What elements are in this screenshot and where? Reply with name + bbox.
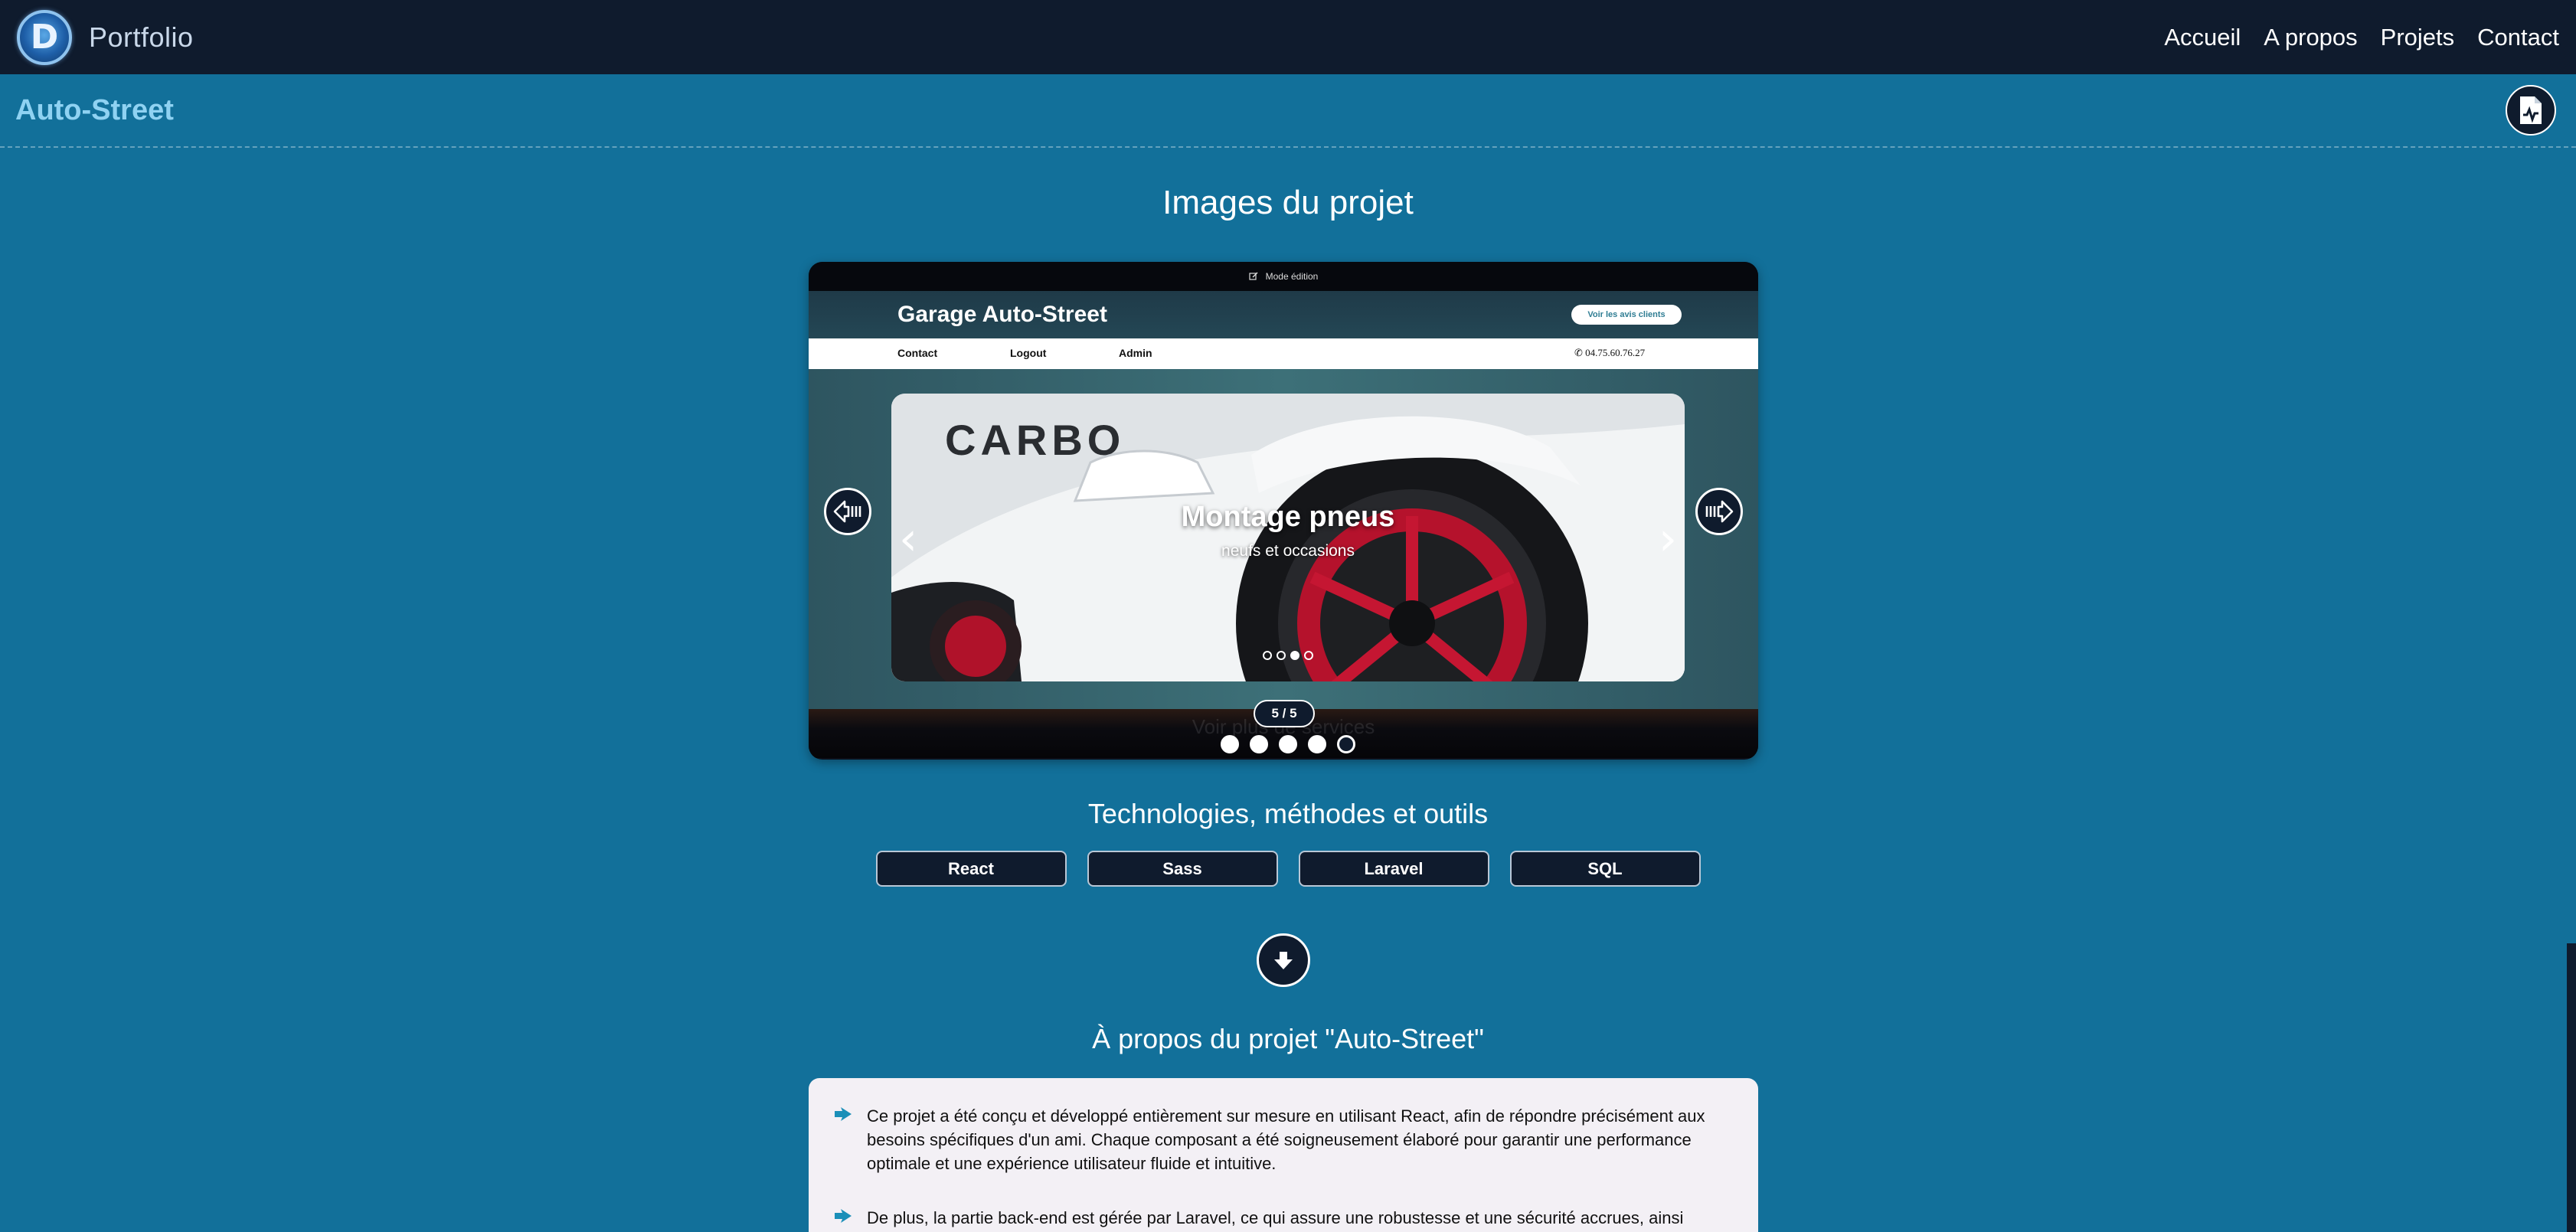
about-card: Ce projet a été conçu et développé entiè… — [809, 1078, 1758, 1232]
mock-phone-number: 04.75.60.76.27 — [1585, 347, 1646, 358]
about-title: À propos du projet "Auto-Street" — [1092, 1023, 1484, 1054]
gallery-dot-3[interactable] — [1279, 735, 1297, 753]
gallery-dots — [0, 735, 2576, 753]
mock-phone: ✆ 04.75.60.76.27 — [1574, 347, 1645, 359]
about-paragraph-2: De plus, la partie back-end est gérée pa… — [867, 1208, 1684, 1227]
tech-sql[interactable]: SQL — [1509, 851, 1701, 887]
mock-carousel: CARBO ‹ › Montage pneus neufs et occasio… — [809, 369, 1758, 710]
scroll-down-button[interactable] — [1257, 933, 1310, 987]
slide-dot — [1263, 651, 1272, 660]
file-chart-icon — [2520, 96, 2542, 124]
phone-icon: ✆ — [1574, 347, 1586, 358]
arrow-down-icon — [1274, 952, 1293, 969]
mock-menu-logout: Logout — [1010, 347, 1047, 359]
gallery-dot-4[interactable] — [1308, 735, 1326, 753]
gallery-dot-2[interactable] — [1250, 735, 1268, 753]
slide-title: Montage pneus — [1181, 501, 1395, 533]
mock-site-title: Garage Auto-Street — [897, 302, 1107, 327]
nav-link-projets[interactable]: Projets — [2381, 24, 2454, 51]
mock-menu-admin: Admin — [1119, 347, 1152, 359]
edit-icon — [1249, 272, 1258, 280]
logo-letter: D — [30, 18, 59, 57]
mock-menu-bar: Contact Logout Admin ✆ 04.75.60.76.27 — [809, 338, 1758, 369]
top-navbar: D Portfolio Accueil A propos Projets Con… — [0, 0, 2576, 74]
document-button[interactable] — [2506, 85, 2556, 136]
about-paragraph-1: Ce projet a été conçu et développé entiè… — [867, 1106, 1705, 1173]
gallery-prev-button[interactable] — [824, 488, 871, 535]
car-illustration: CARBO — [891, 394, 1685, 681]
mock-topbar-label: Mode édition — [1265, 271, 1319, 282]
tech-title: Technologies, méthodes et outils — [1087, 798, 1489, 829]
mock-topbar: Mode édition — [809, 262, 1758, 291]
gallery-dot-1[interactable] — [1221, 735, 1239, 753]
gallery-next-button[interactable] — [1695, 488, 1743, 535]
tech-list: React Sass Laravel SQL — [0, 851, 2576, 887]
page-header: Auto-Street — [0, 74, 2576, 148]
nav-link-contact[interactable]: Contact — [2477, 24, 2559, 51]
nav-link-a-propos[interactable]: A propos — [2264, 24, 2357, 51]
slide-dot-active — [1290, 651, 1299, 660]
slide-subtitle: neufs et occasions — [1221, 542, 1355, 560]
tech-sass[interactable]: Sass — [1087, 851, 1278, 887]
hand-pointer-icon — [833, 1206, 855, 1227]
about-item: Ce projet a été conçu et développé entiè… — [833, 1104, 1728, 1175]
slide-indicators — [891, 651, 1685, 660]
brand-name[interactable]: Portfolio — [89, 21, 194, 54]
nav-links: Accueil A propos Projets Contact — [2164, 24, 2559, 51]
nav-link-accueil[interactable]: Accueil — [2164, 24, 2241, 51]
car-wall-text: CARBO — [945, 416, 1125, 464]
gallery-title: Images du projet — [1162, 184, 1414, 221]
slide-dot — [1304, 651, 1313, 660]
scrollbar-thumb[interactable] — [2567, 943, 2576, 1232]
mock-reviews-button: Voir les avis clients — [1571, 305, 1682, 325]
mock-menu-contact: Contact — [897, 347, 938, 359]
arrow-left-icon — [833, 500, 861, 523]
slide-dot — [1277, 651, 1286, 660]
project-screenshot: Mode édition Garage Auto-Street Voir les… — [809, 262, 1758, 760]
about-item: De plus, la partie back-end est gérée pa… — [833, 1206, 1728, 1230]
brand[interactable]: D Portfolio — [17, 9, 194, 65]
tech-laravel[interactable]: Laravel — [1298, 851, 1489, 887]
logo-icon[interactable]: D — [17, 9, 72, 65]
hand-pointer-icon — [833, 1104, 855, 1126]
arrow-right-icon — [1705, 500, 1734, 523]
gallery-dot-5[interactable] — [1337, 735, 1355, 753]
tech-react[interactable]: React — [875, 851, 1067, 887]
slide-counter: 5 / 5 — [1254, 700, 1315, 727]
car-photo: CARBO ‹ › Montage pneus neufs et occasio… — [891, 394, 1685, 681]
page-title: Auto-Street — [15, 93, 174, 126]
